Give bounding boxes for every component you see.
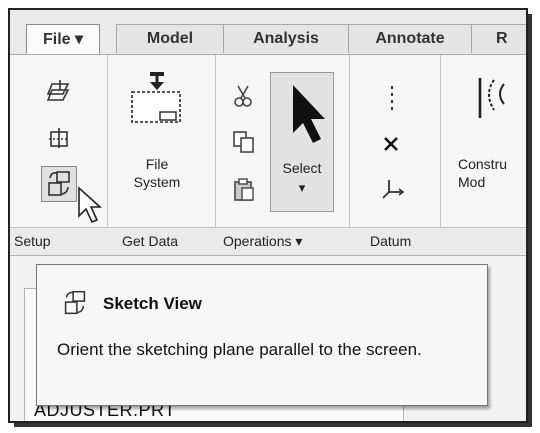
group-label-operations[interactable]: Operations ▾ [223,233,302,250]
tooltip-title: Sketch View [103,294,202,313]
tooltip-description: Orient the sketching plane parallel to t… [57,340,422,359]
tab-analysis[interactable]: Analysis [223,24,349,53]
sketch-view-button[interactable] [41,166,77,202]
file-system-icon[interactable] [126,70,186,131]
construction-model-icon[interactable] [474,74,526,127]
select-label: Select [282,160,322,176]
reference-icon[interactable] [47,126,73,157]
scissors-icon[interactable] [232,84,254,113]
file-system-label[interactable]: File System [118,155,196,191]
sketch-view-icon [48,171,70,196]
window-shadow [14,423,532,427]
chevron-down-icon: ▾ [298,180,306,195]
arrow-cursor-icon [293,85,325,143]
mouse-pointer-icon [77,186,103,231]
select-button[interactable]: Select ▾ [270,72,334,212]
group-divider [107,55,108,254]
group-label-setup: Setup [14,233,51,249]
coordinate-system-icon[interactable] [381,176,405,205]
sketch-setup-icon[interactable] [46,78,73,109]
datum-point-icon[interactable] [381,134,401,159]
tooltip: Sketch View Orient the sketching plane p… [36,264,488,406]
window-shadow [528,14,532,426]
tab-annotate[interactable]: Annotate [348,24,472,53]
group-divider [349,55,350,254]
ribbon-tab-bar: File ▾ Model Analysis Annotate R [10,10,526,55]
group-divider [440,55,441,254]
tab-partial[interactable]: R [471,24,526,53]
tab-model[interactable]: Model [116,24,224,53]
group-label-datum: Datum [370,233,412,249]
datum-axis-icon[interactable] [386,84,398,117]
paste-icon[interactable] [232,178,256,207]
construction-model-label[interactable]: Constru Mod [458,155,526,191]
group-label-get-data: Get Data [122,233,179,249]
copy-icon[interactable] [232,130,256,159]
tab-file[interactable]: File ▾ [26,24,100,54]
group-divider [215,55,216,254]
sketch-view-icon [64,290,86,315]
app-window: File ▾ Model Analysis Annotate R File Sy… [8,8,528,423]
